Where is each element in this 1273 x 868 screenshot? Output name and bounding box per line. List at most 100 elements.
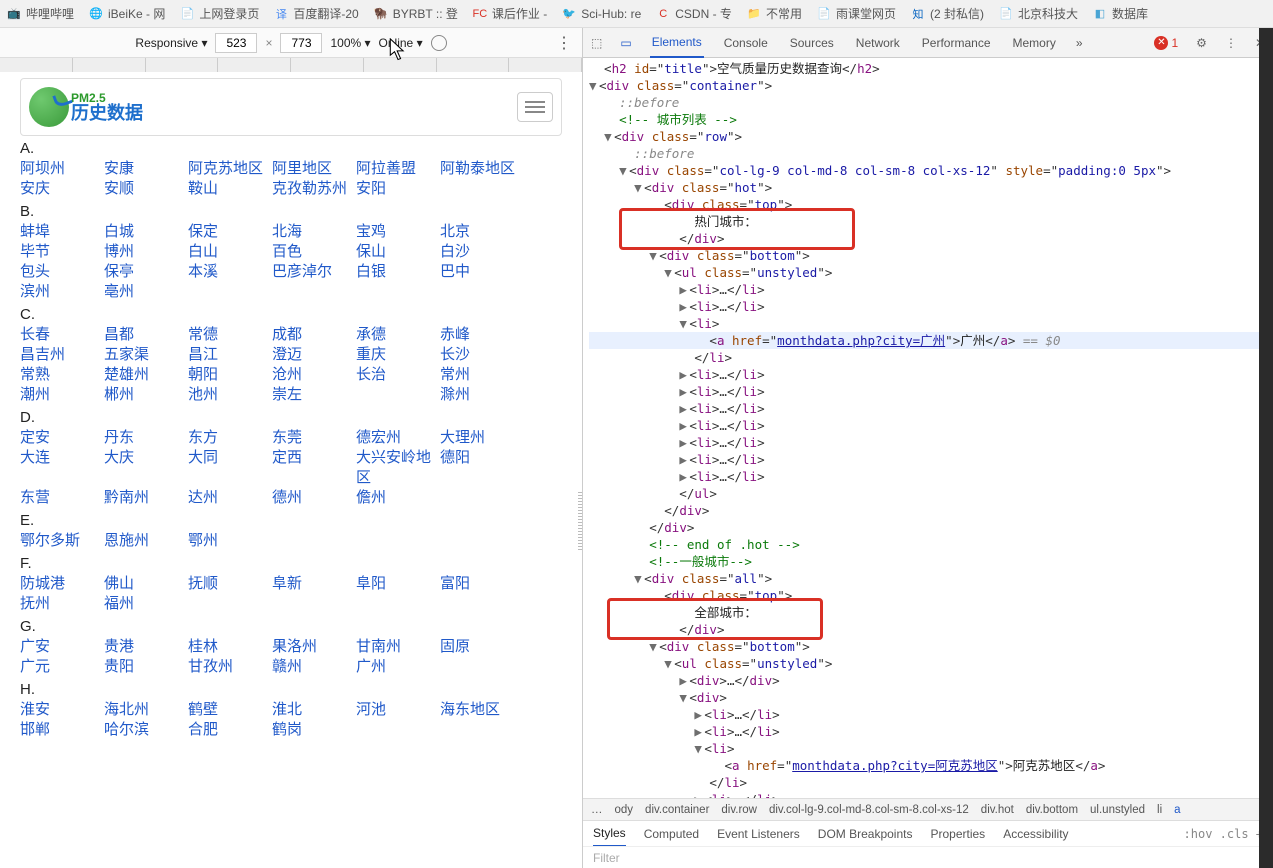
bookmark-item[interactable]: 🌐iBeiKe - 网 [88,5,165,22]
city-link[interactable]: 宝鸡 [356,222,440,242]
city-link[interactable]: 赣州 [272,657,356,677]
city-link[interactable]: 克孜勒苏州 [272,179,356,199]
city-link[interactable]: 五家渠 [104,345,188,365]
city-link[interactable]: 楚雄州 [104,365,188,385]
device-mode-icon[interactable]: ▭ [620,36,631,50]
city-link[interactable]: 淮北 [272,700,356,720]
devtools-kebab-icon[interactable]: ⋮ [1225,36,1237,50]
crumb[interactable]: ul.unstyled [1090,804,1145,816]
city-link[interactable]: 果洛州 [272,637,356,657]
city-link[interactable]: 承德 [356,325,440,345]
city-link[interactable]: 德阳 [440,448,524,488]
city-link[interactable]: 阿勒泰地区 [440,159,524,179]
city-link[interactable]: 固原 [440,637,524,657]
city-link[interactable]: 巴彦淖尔 [272,262,356,282]
crumb[interactable]: a [1174,804,1180,816]
city-link[interactable]: 亳州 [104,282,188,302]
city-link[interactable]: 鞍山 [188,179,272,199]
city-link[interactable]: 安庆 [20,179,104,199]
city-link[interactable]: 鄂州 [188,531,272,551]
city-link[interactable]: 沧州 [272,365,356,385]
bookmark-item[interactable]: 🐦Sci-Hub: re [561,6,641,22]
city-link[interactable]: 常州 [440,365,524,385]
city-link[interactable]: 福州 [104,594,188,614]
city-link[interactable]: 丹东 [104,428,188,448]
city-link[interactable]: 合肥 [188,720,272,740]
bookmark-item[interactable]: 📄雨课堂网页 [816,5,896,22]
city-link[interactable]: 邯郸 [20,720,104,740]
city-link[interactable]: 达州 [188,488,272,508]
crumb[interactable]: div.bottom [1026,804,1078,816]
city-link[interactable]: 儋州 [356,488,440,508]
throttle-selector[interactable]: Online ▾ [379,36,423,50]
width-input[interactable] [215,33,257,53]
city-link[interactable]: 阿坝州 [20,159,104,179]
crumb[interactable]: div.container [645,804,709,816]
city-link[interactable]: 澄迈 [272,345,356,365]
city-link[interactable]: 长春 [20,325,104,345]
style-tab[interactable]: DOM Breakpoints [818,821,913,847]
city-link[interactable]: 黔南州 [104,488,188,508]
city-link[interactable]: 贵港 [104,637,188,657]
city-link[interactable]: 阿里地区 [272,159,356,179]
city-link[interactable]: 抚州 [20,594,104,614]
devtools-tab-performance[interactable]: Performance [920,28,993,58]
style-tab[interactable]: Properties [930,821,985,847]
city-link[interactable]: 定西 [272,448,356,488]
style-tab[interactable]: Computed [644,821,699,847]
city-link[interactable]: 潮州 [20,385,104,405]
city-link[interactable]: 保亭 [104,262,188,282]
city-link[interactable]: 阿拉善盟 [356,159,440,179]
devtools-tab-elements[interactable]: Elements [650,28,704,58]
style-filter[interactable]: Filter [583,846,1273,868]
city-link[interactable]: 安康 [104,159,188,179]
city-link[interactable]: 巴中 [440,262,524,282]
city-link[interactable]: 北京 [440,222,524,242]
city-link[interactable]: 昌江 [188,345,272,365]
city-link[interactable]: 保山 [356,242,440,262]
bookmark-item[interactable]: 🦬BYRBT :: 登 [373,5,458,22]
city-link[interactable]: 鹤岗 [272,720,356,740]
city-link[interactable]: 海北州 [104,700,188,720]
city-link[interactable]: 长沙 [440,345,524,365]
city-link[interactable]: 甘南州 [356,637,440,657]
error-badge[interactable]: ✕1 [1154,36,1178,50]
city-link[interactable]: 大兴安岭地区 [356,448,440,488]
zoom-selector[interactable]: 100% ▾ [330,36,370,50]
crumb[interactable]: div.hot [981,804,1014,816]
city-link[interactable]: 富阳 [440,574,524,594]
city-link[interactable]: 河池 [356,700,440,720]
city-link[interactable]: 蚌埠 [20,222,104,242]
crumb[interactable]: div.row [721,804,757,816]
city-link[interactable]: 大连 [20,448,104,488]
city-link[interactable]: 安顺 [104,179,188,199]
city-link[interactable]: 赤峰 [440,325,524,345]
city-link[interactable]: 本溪 [188,262,272,282]
city-link[interactable]: 白银 [356,262,440,282]
city-link[interactable]: 阿克苏地区 [188,159,272,179]
style-tab[interactable]: Event Listeners [717,821,800,847]
city-link[interactable]: 广州 [356,657,440,677]
city-link[interactable]: 长治 [356,365,440,385]
bookmark-item[interactable]: 知(2 封私信) [910,5,984,22]
devtools-tab-sources[interactable]: Sources [788,28,836,58]
device-selector[interactable]: Responsive ▾ [135,36,207,50]
city-link[interactable]: 朝阳 [188,365,272,385]
city-link[interactable]: 北海 [272,222,356,242]
city-link[interactable]: 佛山 [104,574,188,594]
settings-icon[interactable]: ⚙ [1196,36,1207,50]
city-link[interactable]: 白城 [104,222,188,242]
city-link[interactable]: 博州 [104,242,188,262]
inspect-icon[interactable]: ⬚ [591,36,602,50]
devtools-tab-memory[interactable]: Memory [1011,28,1058,58]
bookmark-item[interactable]: 📄上网登录页 [179,5,259,22]
city-link[interactable] [356,385,440,405]
city-link[interactable]: 东莞 [272,428,356,448]
city-link[interactable]: 安阳 [356,179,440,199]
city-link[interactable]: 重庆 [356,345,440,365]
city-link[interactable]: 昌吉州 [20,345,104,365]
city-link[interactable]: 定安 [20,428,104,448]
city-link[interactable]: 鹤壁 [188,700,272,720]
city-link[interactable]: 大庆 [104,448,188,488]
city-link[interactable]: 东营 [20,488,104,508]
